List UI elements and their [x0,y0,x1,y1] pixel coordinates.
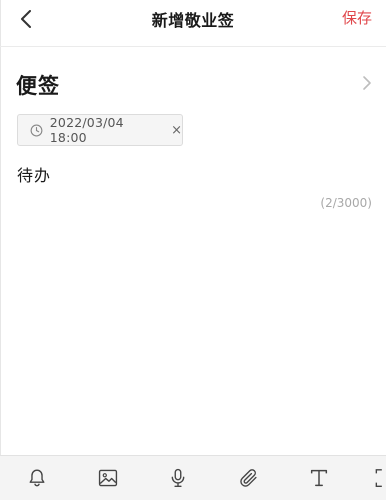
save-button[interactable]: 保存 [342,7,372,28]
remove-reminder-button[interactable]: × [171,124,182,137]
bell-icon [29,469,45,487]
character-counter: (2/3000) [320,196,372,210]
page-title: 新增敬业签 [151,11,235,30]
microphone-icon [171,468,185,487]
text-format-button[interactable] [306,465,332,491]
reminder-datetime: 2022/03/04 18:00 [49,115,124,145]
expand-icon [375,469,382,487]
reminder-bell-button[interactable] [24,465,50,491]
chevron-right-icon [363,76,371,90]
top-bar: 新增敬业签 保存 [0,0,386,47]
category-label: 便签 [16,74,60,98]
insert-image-button[interactable] [95,465,121,491]
note-editor-screen: 新增敬业签 保存 便签 2022/03/04 18:00 × 待办 (2/300… [0,0,386,500]
note-content-input[interactable]: 待办 [17,162,51,186]
bottom-toolbar [0,455,386,500]
image-icon [98,469,118,487]
paperclip-icon [240,469,257,487]
voice-input-button[interactable] [165,465,191,491]
clock-icon [30,123,44,137]
category-selector[interactable]: 便签 [0,60,386,108]
reminder-date-tag[interactable]: 2022/03/04 18:00 × [17,114,183,146]
attachment-button[interactable] [236,465,262,491]
text-format-icon [310,469,328,487]
expand-button[interactable] [374,465,386,491]
